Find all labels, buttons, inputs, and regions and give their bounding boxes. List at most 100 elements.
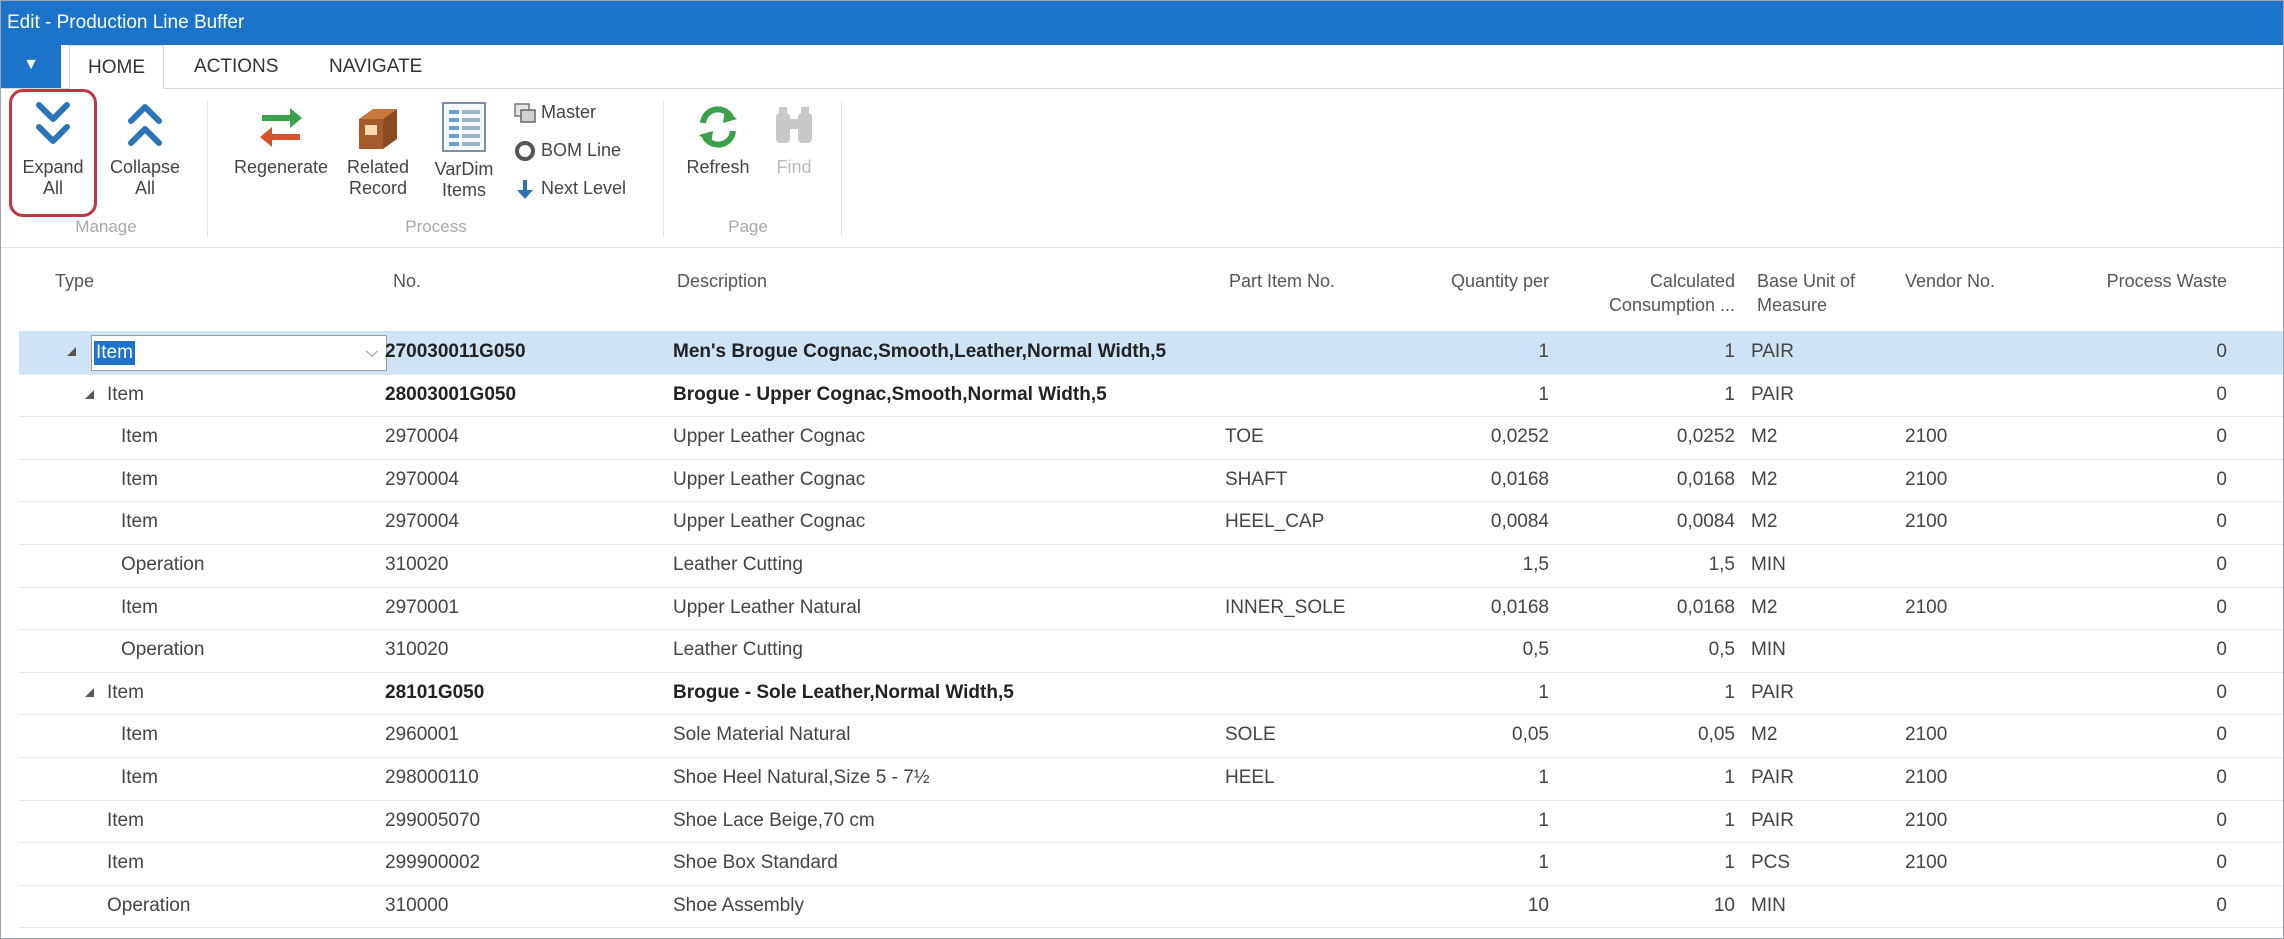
- table-row[interactable]: Item 2960001 Sole Material Natural SOLE 0,05…: [19, 714, 2283, 758]
- cell-no: 28003001G050: [385, 383, 517, 405]
- find-button[interactable]: Find: [763, 103, 825, 178]
- chevron-down-icon[interactable]: ⌵: [366, 337, 378, 369]
- cell-quantity-per: 1: [1538, 852, 1549, 874]
- table-row[interactable]: Item 2970004 Upper Leather Cognac TOE 0,0252…: [19, 416, 2283, 460]
- column-header-no[interactable]: No.: [393, 269, 421, 293]
- cell-quantity-per: 0,0168: [1490, 468, 1549, 490]
- cell-type: Operation: [121, 554, 205, 575]
- cell-quantity-per: 0,0084: [1490, 511, 1549, 533]
- tab-home[interactable]: HOME: [69, 45, 164, 90]
- cell-vendor-no: 2100: [1905, 724, 1948, 746]
- cell-type: Operation: [121, 639, 205, 661]
- cell-process-waste: 0: [2216, 809, 2227, 831]
- cell-process-waste: 0: [2216, 681, 2227, 703]
- refresh-label: Refresh: [686, 157, 750, 177]
- cell-vendor-no: 2100: [1905, 596, 1948, 618]
- table-row[interactable]: Item 2970004 Upper Leather Cognac SHAFT 0,01…: [19, 459, 2283, 503]
- cell-process-waste: 0: [2216, 639, 2227, 661]
- cell-process-waste: 0: [2216, 468, 2227, 490]
- regenerate-button[interactable]: Regenerate: [221, 105, 341, 178]
- cell-no: 298000110: [385, 767, 479, 788]
- cell-calculated-consumption: 1: [1724, 767, 1735, 788]
- table-row[interactable]: Item 28101G050 Brogue - Sole Leather,Norma…: [19, 672, 2283, 716]
- refresh-button[interactable]: Refresh: [673, 103, 763, 178]
- cell-part-item-no: TOE: [1225, 426, 1264, 448]
- collapse-triangle-icon[interactable]: [85, 687, 94, 697]
- column-header-calculated-consumption[interactable]: Calculated Consumption ...: [1579, 269, 1735, 317]
- table-row[interactable]: Item 28003001G050 Brogue - Upper Cognac,Sm…: [19, 374, 2283, 418]
- cell-quantity-per: 1: [1538, 341, 1549, 362]
- tab-navigate-label: NAVIGATE: [329, 56, 423, 77]
- bom-line-button[interactable]: BOM Line: [513, 135, 621, 165]
- group-divider: [207, 101, 208, 237]
- list-document-icon: [442, 102, 486, 152]
- chevron-double-down-icon: [36, 102, 70, 144]
- cell-calculated-consumption: 1: [1724, 341, 1735, 362]
- cell-base-unit: PAIR: [1751, 809, 1794, 831]
- cell-base-unit: PAIR: [1751, 341, 1794, 362]
- app-menu-button[interactable]: ▼: [1, 45, 61, 88]
- table-row[interactable]: Item 299005070 Shoe Lace Beige,70 cm 1 1 PAIR…: [19, 800, 2283, 844]
- column-header-vendor-no[interactable]: Vendor No.: [1905, 269, 1995, 293]
- type-select[interactable]: Item ⌵: [91, 335, 387, 371]
- table-row[interactable]: Operation 310020 Leather Cutting 0,5 0,5 MIN 0: [19, 629, 2283, 673]
- column-header-process-waste[interactable]: Process Waste: [2079, 269, 2227, 293]
- cell-part-item-no: HEEL_CAP: [1225, 511, 1325, 533]
- cell-base-unit: MIN: [1751, 554, 1786, 575]
- column-header-part-item-no[interactable]: Part Item No.: [1229, 269, 1335, 293]
- column-header-type[interactable]: Type: [55, 269, 94, 293]
- table-row[interactable]: Operation 310000 Shoe Assembly 10 10 MIN 0: [19, 885, 2283, 929]
- binoculars-icon: [776, 107, 812, 143]
- column-header-base-unit[interactable]: Base Unit of Measure: [1757, 269, 1855, 317]
- cell-calculated-consumption: 1,5: [1708, 554, 1735, 575]
- column-header-uom-line1: Base Unit of: [1757, 271, 1856, 291]
- cell-description: Upper Leather Cognac: [673, 468, 866, 490]
- cell-calculated-consumption: 0,0252: [1676, 426, 1735, 448]
- column-header-quantity-per[interactable]: Quantity per: [1419, 269, 1549, 293]
- cell-type: Item: [121, 596, 158, 618]
- related-record-button[interactable]: Related Record: [337, 105, 419, 199]
- column-header-description[interactable]: Description: [677, 269, 767, 293]
- cell-quantity-per: 0,5: [1522, 639, 1549, 661]
- vardim-items-button[interactable]: VarDim Items: [421, 101, 507, 201]
- cell-no: 28101G050: [385, 681, 485, 703]
- table-row[interactable]: Item 299900002 Shoe Box Standard 1 1 PCS 2100 0: [19, 842, 2283, 886]
- cell-description: Men's Brogue Cognac,Smooth,Leather,Norma…: [673, 341, 1167, 362]
- cell-base-unit: M2: [1751, 511, 1778, 533]
- collapse-triangle-icon[interactable]: [85, 389, 94, 399]
- cell-vendor-no: 2100: [1905, 511, 1948, 533]
- master-button[interactable]: Master: [513, 97, 596, 127]
- table-row[interactable]: Item 298000110 Shoe Heel Natural,Size 5 - …: [19, 757, 2283, 801]
- tab-navigate[interactable]: NAVIGATE: [311, 45, 440, 88]
- ribbon: Expand All Collapse All Manage Regenerat…: [1, 89, 2283, 248]
- next-level-label: Next Level: [541, 178, 627, 198]
- cell-quantity-per: 0,0168: [1490, 596, 1549, 618]
- cell-type: Item: [121, 724, 158, 746]
- next-level-button[interactable]: Next Level: [513, 173, 626, 203]
- table-row[interactable]: Item 2970004 Upper Leather Cognac HEEL_CAP 0…: [19, 501, 2283, 545]
- table-row[interactable]: Item ⌵ 270030011G050 Men's Brogue Cognac,Sm…: [19, 331, 2283, 375]
- cell-process-waste: 0: [2216, 341, 2227, 362]
- tab-actions[interactable]: ACTIONS: [176, 45, 296, 88]
- cell-vendor-no: 2100: [1905, 767, 1948, 788]
- tab-actions-label: ACTIONS: [194, 56, 279, 77]
- cell-calculated-consumption: 0,0168: [1676, 468, 1735, 490]
- column-header-calc-line2: Consumption ...: [1608, 295, 1735, 315]
- table-row[interactable]: Operation 310020 Leather Cutting 1,5 1,5 MIN 0: [19, 544, 2283, 588]
- collapse-all-button[interactable]: Collapse All: [101, 99, 189, 199]
- collapse-triangle-icon[interactable]: [67, 347, 76, 356]
- cell-part-item-no: HEEL: [1225, 767, 1275, 788]
- cell-type: Item: [121, 767, 158, 788]
- cell-quantity-per: 0,0252: [1490, 426, 1549, 448]
- cell-no: 2970004: [385, 426, 459, 448]
- collapse-all-label-1: Collapse: [109, 157, 181, 177]
- cell-part-item-no: INNER_SOLE: [1225, 596, 1346, 618]
- page-window: Edit - Production Line Buffer ▼ HOME ACT…: [0, 0, 2284, 939]
- cell-description: Upper Leather Cognac: [673, 511, 866, 533]
- cell-quantity-per: 1,5: [1522, 554, 1549, 575]
- expand-all-label-2: All: [42, 178, 63, 198]
- table-row[interactable]: Item 2970001 Upper Leather Natural INNER_SO…: [19, 587, 2283, 631]
- cell-quantity-per: 1: [1538, 383, 1549, 405]
- expand-all-button[interactable]: Expand All: [13, 99, 93, 199]
- cell-quantity-per: 10: [1527, 894, 1549, 916]
